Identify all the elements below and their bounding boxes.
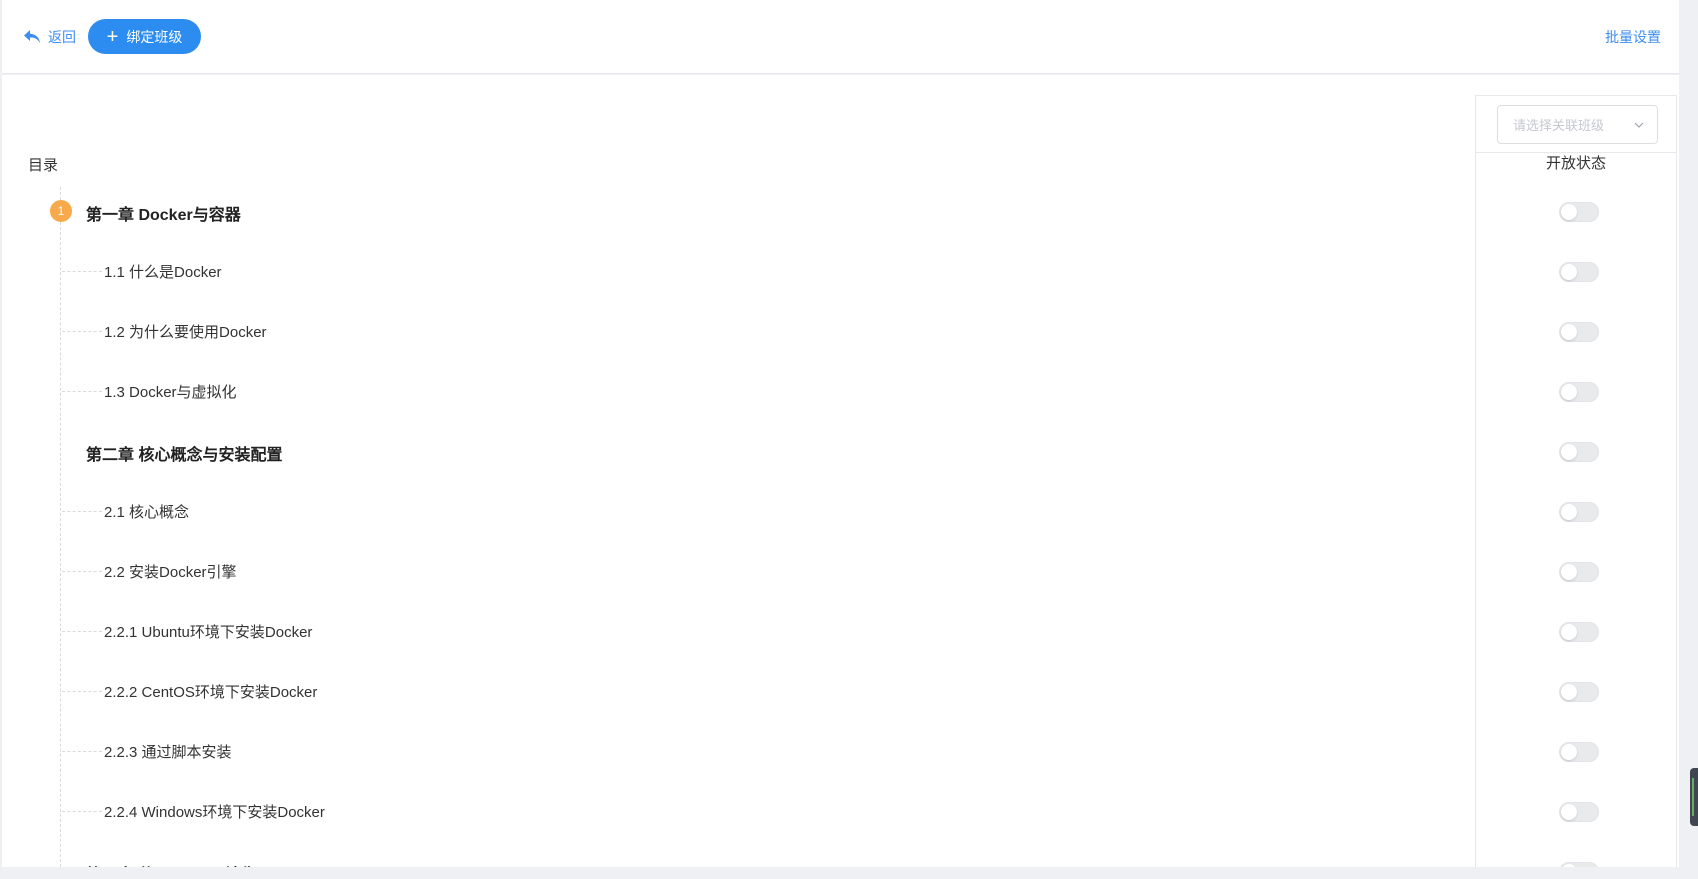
open-status-toggle[interactable] xyxy=(1559,622,1599,642)
side-panel-handle[interactable] xyxy=(1690,768,1698,826)
open-status-toggle[interactable] xyxy=(1559,382,1599,402)
open-status-toggle[interactable] xyxy=(1559,862,1599,867)
bind-class-button[interactable]: + 绑定班级 xyxy=(88,19,201,54)
batch-settings-link[interactable]: 批量设置 xyxy=(1605,27,1661,47)
section-row: 1.3 Docker与虚拟化 xyxy=(2,376,1679,406)
open-status-toggle[interactable] xyxy=(1559,742,1599,762)
section-row: 1.1 什么是Docker xyxy=(2,256,1679,286)
plus-icon: + xyxy=(106,25,119,48)
open-status-toggle[interactable] xyxy=(1559,682,1599,702)
section-title: 1.1 什么是Docker xyxy=(104,264,222,281)
open-status-toggle[interactable] xyxy=(1559,442,1599,462)
class-select[interactable]: 请选择关联班级 xyxy=(1497,105,1658,144)
section-title: 2.2 安装Docker引擎 xyxy=(104,564,237,581)
section-title: 2.2.4 Windows环境下安装Docker xyxy=(104,804,325,821)
chapter-row: 1 第一章 Docker与容器 xyxy=(2,196,1679,226)
open-status-toggle[interactable] xyxy=(1559,562,1599,582)
open-status-toggle[interactable] xyxy=(1559,262,1599,282)
tree-branch-line xyxy=(62,571,102,572)
section-title: 1.2 为什么要使用Docker xyxy=(104,324,267,341)
section-row: 1.2 为什么要使用Docker xyxy=(2,316,1679,346)
section-title: 1.3 Docker与虚拟化 xyxy=(104,384,237,401)
back-label: 返回 xyxy=(48,29,76,45)
tree-branch-line xyxy=(62,391,102,392)
tree-branch-line xyxy=(62,751,102,752)
section-row: 2.1 核心概念 xyxy=(2,496,1679,526)
chapter-row: 第三章 使用Docker镜像 xyxy=(2,856,1679,867)
toggle-knob xyxy=(1561,444,1577,460)
toggle-knob xyxy=(1561,504,1577,520)
chapter-title: 第三章 使用Docker镜像 xyxy=(86,861,257,867)
toggle-knob xyxy=(1561,624,1577,640)
toggle-knob xyxy=(1561,324,1577,340)
chapter-row: 第二章 核心概念与安装配置 xyxy=(2,436,1679,466)
toggle-knob xyxy=(1561,684,1577,700)
back-button[interactable]: 返回 xyxy=(22,26,76,48)
section-row: 2.2.2 CentOS环境下安装Docker xyxy=(2,676,1679,706)
section-row: 2.2.4 Windows环境下安装Docker xyxy=(2,796,1679,826)
tree-branch-line xyxy=(62,271,102,272)
tree-branch-line xyxy=(62,691,102,692)
chapter-title: 第二章 核心概念与安装配置 xyxy=(86,447,283,464)
class-select-placeholder: 请选择关联班级 xyxy=(1513,118,1605,133)
chevron-down-icon xyxy=(1634,122,1644,128)
tree-branch-line xyxy=(62,511,102,512)
toggle-knob xyxy=(1561,264,1577,280)
class-select-wrap: 请选择关联班级 xyxy=(1476,96,1676,153)
catalog-panel: 请选择关联班级 开放状态 目录 1 第一章 Docker与容器 1.1 什么是Doc… xyxy=(2,75,1679,867)
top-toolbar: 返回 + 绑定班级 批量设置 xyxy=(2,0,1679,74)
section-row: 2.2 安装Docker引擎 xyxy=(2,556,1679,586)
section-title: 2.2.1 Ubuntu环境下安装Docker xyxy=(104,624,313,641)
bind-class-label: 绑定班级 xyxy=(126,28,183,45)
toggle-knob xyxy=(1561,384,1577,400)
toggle-knob xyxy=(1561,204,1577,220)
chapter-number-badge: 1 xyxy=(50,200,72,222)
catalog-title: 目录 xyxy=(28,157,59,174)
toggle-knob xyxy=(1561,564,1577,580)
chapter-title: 第一章 Docker与容器 xyxy=(86,207,241,224)
section-row: 2.2.1 Ubuntu环境下安装Docker xyxy=(2,616,1679,646)
tree-branch-line xyxy=(62,331,102,332)
tree-branch-line xyxy=(62,811,102,812)
section-title: 2.2.3 通过脚本安装 xyxy=(104,744,232,761)
section-title: 2.1 核心概念 xyxy=(104,504,190,521)
open-status-header: 开放状态 xyxy=(1545,155,1606,172)
tree-branch-line xyxy=(62,631,102,632)
section-row: 2.2.3 通过脚本安装 xyxy=(2,736,1679,766)
open-status-toggle[interactable] xyxy=(1559,502,1599,522)
open-status-toggle[interactable] xyxy=(1559,322,1599,342)
section-title: 2.2.2 CentOS环境下安装Docker xyxy=(104,684,318,701)
back-arrow-icon xyxy=(24,30,40,43)
open-status-toggle[interactable] xyxy=(1559,802,1599,822)
toggle-knob xyxy=(1561,744,1577,760)
toggle-knob xyxy=(1561,804,1577,820)
open-status-toggle[interactable] xyxy=(1559,202,1599,222)
toggle-knob xyxy=(1561,864,1577,867)
